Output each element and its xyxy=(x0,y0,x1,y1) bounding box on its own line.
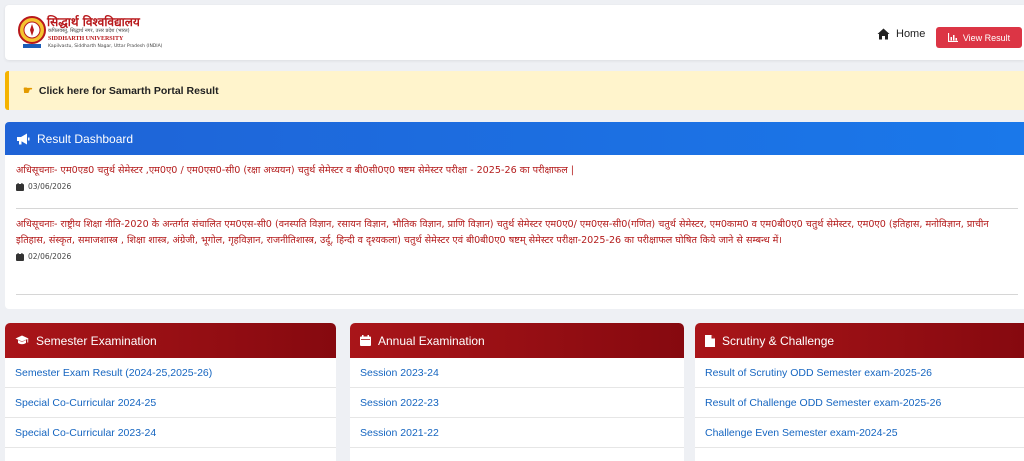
view-result-button[interactable]: View Result xyxy=(936,27,1022,48)
home-link[interactable]: Home xyxy=(877,26,925,42)
view-result-label: View Result xyxy=(962,32,1011,43)
samarth-portal-notice[interactable]: ☛ Click here for Samarth Portal Result xyxy=(5,71,1024,110)
annual-examination-card: Annual Examination Session 2023-24 Sessi… xyxy=(350,323,684,461)
notification-date: 02/06/2026 xyxy=(16,252,1018,261)
graduation-cap-icon xyxy=(15,335,29,345)
notification-text[interactable]: अधिसूचनाः- एम0एड0 चतुर्थ सेमेस्टर ,एम0ए0… xyxy=(16,163,1018,179)
card-link[interactable]: Special Co-Curricular 2024-25 xyxy=(5,388,336,418)
card-link[interactable]: Result of Challenge ODD Semester exam-20… xyxy=(695,388,1024,418)
home-link-label: Home xyxy=(896,28,926,40)
notification-date-value: 02/06/2026 xyxy=(28,252,72,261)
chart-icon xyxy=(947,33,958,42)
notification-item[interactable]: अधिसूचनाः- राष्ट्रीय शिक्षा नीति-2020 के… xyxy=(16,217,1018,261)
result-dashboard-header: Result Dashboard xyxy=(5,122,1024,155)
logo-english-address: Kapilvastu, Siddharth Nagar, Uttar Prade… xyxy=(48,44,163,49)
scrutiny-challenge-header: Scrutiny & Challenge xyxy=(695,323,1024,358)
semester-examination-title: Semester Examination xyxy=(36,333,157,348)
samarth-portal-link[interactable]: Click here for Samarth Portal Result xyxy=(39,85,219,97)
card-link[interactable]: Semester Exam Result (2024-25,2025-26) xyxy=(5,358,336,388)
top-navbar: सिद्धार्थ विश्वविद्यालय कपिलवस्तु, सिद्ध… xyxy=(5,5,1024,60)
megaphone-icon xyxy=(17,133,30,144)
notification-text[interactable]: अधिसूचनाः- राष्ट्रीय शिक्षा नीति-2020 के… xyxy=(16,217,1018,249)
annual-examination-header: Annual Examination xyxy=(350,323,684,358)
semester-examination-header: Semester Examination xyxy=(5,323,336,358)
card-link[interactable]: Result of Scrutiny ODD Semester exam-202… xyxy=(695,358,1024,388)
card-link[interactable]: Session 2022-23 xyxy=(350,388,684,418)
card-link[interactable]: Session 2023-24 xyxy=(350,358,684,388)
university-seal-icon xyxy=(18,16,46,48)
result-dashboard: Result Dashboard अधिसूचनाः- एम0एड0 चतुर्… xyxy=(5,122,1024,309)
calendar-icon xyxy=(16,182,24,191)
semester-examination-card: Semester Examination Semester Exam Resul… xyxy=(5,323,336,461)
file-icon xyxy=(705,334,715,347)
result-dashboard-title: Result Dashboard xyxy=(37,131,134,146)
notification-item[interactable]: अधिसूचनाः- एम0एड0 चतुर्थ सेमेस्टर ,एम0ए0… xyxy=(16,163,1018,191)
scrutiny-challenge-card: Scrutiny & Challenge Result of Scrutiny … xyxy=(695,323,1024,461)
annual-examination-title: Annual Examination xyxy=(378,333,485,348)
card-link[interactable]: Session 2021-22 xyxy=(350,418,684,448)
logo-english-name: SIDDHARTH UNIVERSITY xyxy=(48,36,124,42)
notification-date-value: 03/06/2026 xyxy=(28,182,72,191)
notification-date: 03/06/2026 xyxy=(16,182,1018,191)
scrutiny-challenge-title: Scrutiny & Challenge xyxy=(722,333,835,348)
calendar-icon xyxy=(360,335,371,346)
calendar-icon xyxy=(16,252,24,261)
divider xyxy=(16,208,1018,209)
university-logo[interactable]: सिद्धार्थ विश्वविद्यालय कपिलवस्तु, सिद्ध… xyxy=(17,14,162,52)
home-icon xyxy=(877,28,890,40)
card-link[interactable]: Challenge Even Semester exam-2024-25 xyxy=(695,418,1024,448)
card-link[interactable]: Special Co-Curricular 2023-24 xyxy=(5,418,336,448)
logo-hindi-address: कपिलवस्तु, सिद्धार्थ नगर, उत्तर प्रदेश (… xyxy=(48,28,130,34)
divider xyxy=(16,294,1018,295)
pointing-hand-icon: ☛ xyxy=(23,85,33,97)
